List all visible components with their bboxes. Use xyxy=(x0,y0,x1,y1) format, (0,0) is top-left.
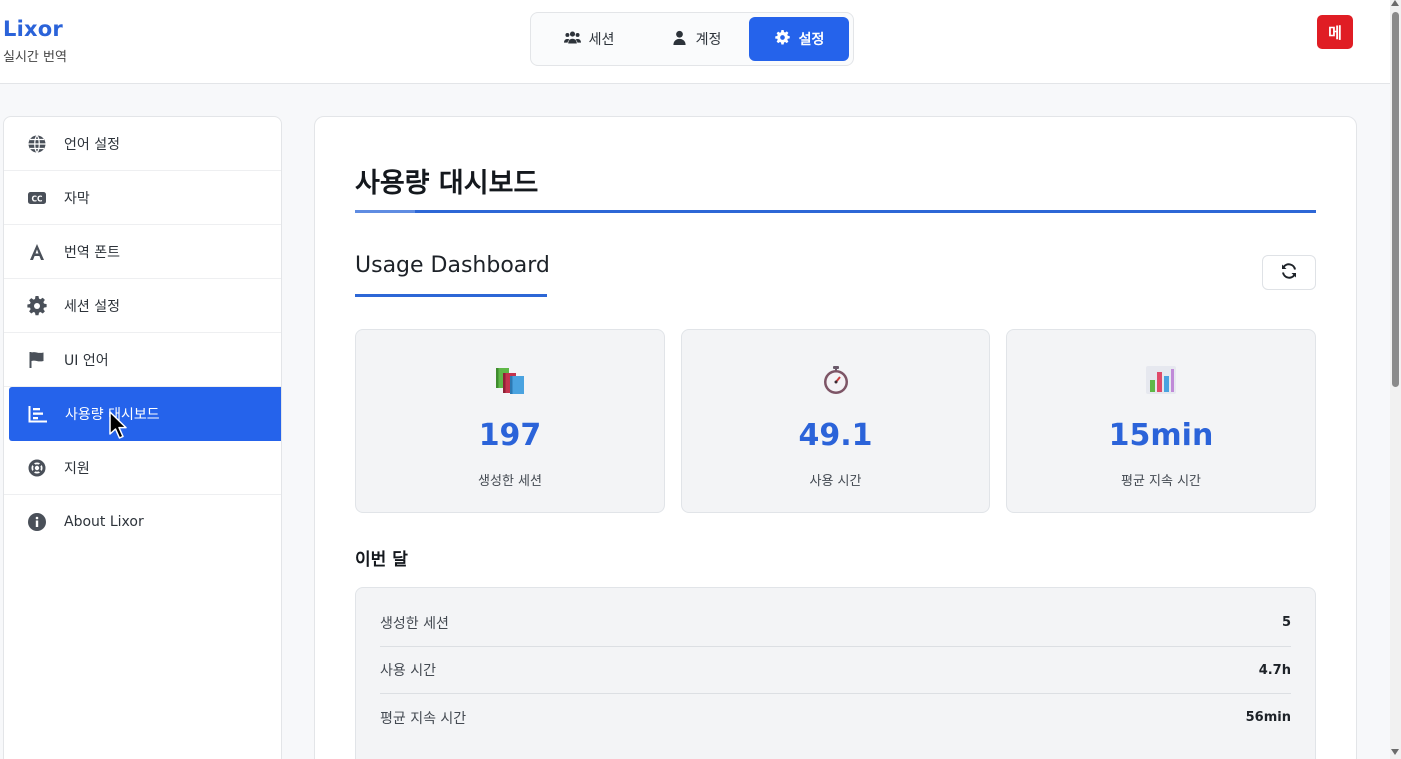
row-label: 사용 시간 xyxy=(380,663,436,679)
sidebar-item-label: 자막 xyxy=(64,190,90,207)
tab-account[interactable]: 계정 xyxy=(643,17,749,61)
page-scrollbar[interactable] xyxy=(1390,0,1401,759)
top-nav: 세션 계정 설정 xyxy=(530,12,854,66)
main-panel: 사용량 대시보드 Usage Dashboard 197 생성한 세션 49.1… xyxy=(314,116,1357,759)
row-label: 평균 지속 시간 xyxy=(380,710,467,727)
table-row: 평균 지속 시간 56min xyxy=(380,694,1291,741)
sidebar-item-label: 세션 설정 xyxy=(64,298,120,315)
table-row: 생성한 세션 5 xyxy=(380,599,1291,647)
tab-sessions-label: 세션 xyxy=(588,32,615,48)
sidebar-item-label: 번역 폰트 xyxy=(64,244,120,261)
user-icon xyxy=(671,30,688,49)
closed-caption-icon: CC xyxy=(26,187,48,209)
brand-subtitle: 실시간 번역 xyxy=(3,50,67,65)
refresh-button[interactable] xyxy=(1262,255,1316,290)
sidebar-item-ui-language[interactable]: UI 언어 xyxy=(4,333,281,387)
sidebar-item-label: 언어 설정 xyxy=(64,136,120,153)
sidebar-item-support[interactable]: 지원 xyxy=(4,441,281,495)
lifebuoy-icon xyxy=(26,457,48,479)
stat-value: 15min xyxy=(1108,418,1214,453)
brand[interactable]: Lixor 실시간 번역 xyxy=(3,16,67,65)
stopwatch-icon xyxy=(682,364,989,398)
scroll-down-arrow-icon[interactable] xyxy=(1391,749,1399,755)
tab-settings[interactable]: 설정 xyxy=(749,17,849,61)
stat-label: 사용 시간 xyxy=(809,474,862,489)
sidebar-item-translation-font[interactable]: 번역 폰트 xyxy=(4,225,281,279)
sidebar-item-usage-dashboard[interactable]: 사용량 대시보드 xyxy=(9,387,281,441)
row-value: 5 xyxy=(1281,615,1291,630)
month-summary: 생성한 세션 5 사용 시간 4.7h 평균 지속 시간 56min xyxy=(355,587,1316,759)
sidebar-item-label: UI 언어 xyxy=(64,352,109,369)
sidebar-item-language[interactable]: 언어 설정 xyxy=(4,117,281,171)
stat-card-avg-duration: 15min 평균 지속 시간 xyxy=(1006,329,1316,513)
scroll-up-arrow-icon[interactable] xyxy=(1391,0,1399,6)
tab-settings-label: 설정 xyxy=(798,32,825,48)
tab-account-label: 계정 xyxy=(695,32,722,48)
month-section-title: 이번 달 xyxy=(355,550,408,570)
stat-card-usage-time: 49.1 사용 시간 xyxy=(681,329,990,513)
stat-value: 197 xyxy=(478,418,542,453)
refresh-icon xyxy=(1280,262,1298,284)
gear-icon xyxy=(26,295,48,317)
menu-button[interactable]: 메 xyxy=(1317,15,1353,49)
scroll-thumb[interactable] xyxy=(1392,12,1399,387)
app-header: Lixor 실시간 번역 세션 계정 설정 메 xyxy=(0,0,1390,84)
bar-chart-icon xyxy=(27,403,49,425)
row-value: 56min xyxy=(1245,710,1291,725)
page-title: 사용량 대시보드 xyxy=(355,168,539,199)
stat-label: 평균 지속 시간 xyxy=(1120,474,1202,489)
title-underline xyxy=(355,210,1316,213)
svg-text:CC: CC xyxy=(31,194,43,203)
sidebar-item-label: 지원 xyxy=(64,460,90,477)
stat-card-sessions: 197 생성한 세션 xyxy=(355,329,665,513)
users-icon xyxy=(563,30,581,49)
sidebar-item-label: About Lixor xyxy=(64,514,144,530)
row-label: 생성한 세션 xyxy=(380,615,449,632)
brand-name: Lixor xyxy=(3,17,63,41)
bar-chart-emoji-icon xyxy=(1007,364,1315,398)
stat-value: 49.1 xyxy=(798,418,873,453)
sidebar-item-subtitles[interactable]: CC 자막 xyxy=(4,171,281,225)
tab-sessions[interactable]: 세션 xyxy=(535,17,643,61)
info-icon xyxy=(26,511,48,533)
gear-icon xyxy=(774,29,791,49)
sidebar-item-about[interactable]: About Lixor xyxy=(4,495,281,549)
section-underline xyxy=(355,294,547,297)
stat-label: 생성한 세션 xyxy=(478,474,542,489)
section-title: Usage Dashboard xyxy=(355,253,550,278)
table-row: 사용 시간 4.7h xyxy=(380,647,1291,694)
settings-sidebar: 언어 설정 CC 자막 번역 폰트 세션 설정 UI 언어 사용량 대시보드 지… xyxy=(3,116,282,759)
books-icon xyxy=(356,364,664,398)
sidebar-item-session-settings[interactable]: 세션 설정 xyxy=(4,279,281,333)
flag-icon xyxy=(26,349,48,371)
mouse-cursor-icon xyxy=(108,410,130,440)
row-value: 4.7h xyxy=(1258,662,1291,678)
globe-icon xyxy=(26,133,48,155)
font-icon xyxy=(26,241,48,263)
